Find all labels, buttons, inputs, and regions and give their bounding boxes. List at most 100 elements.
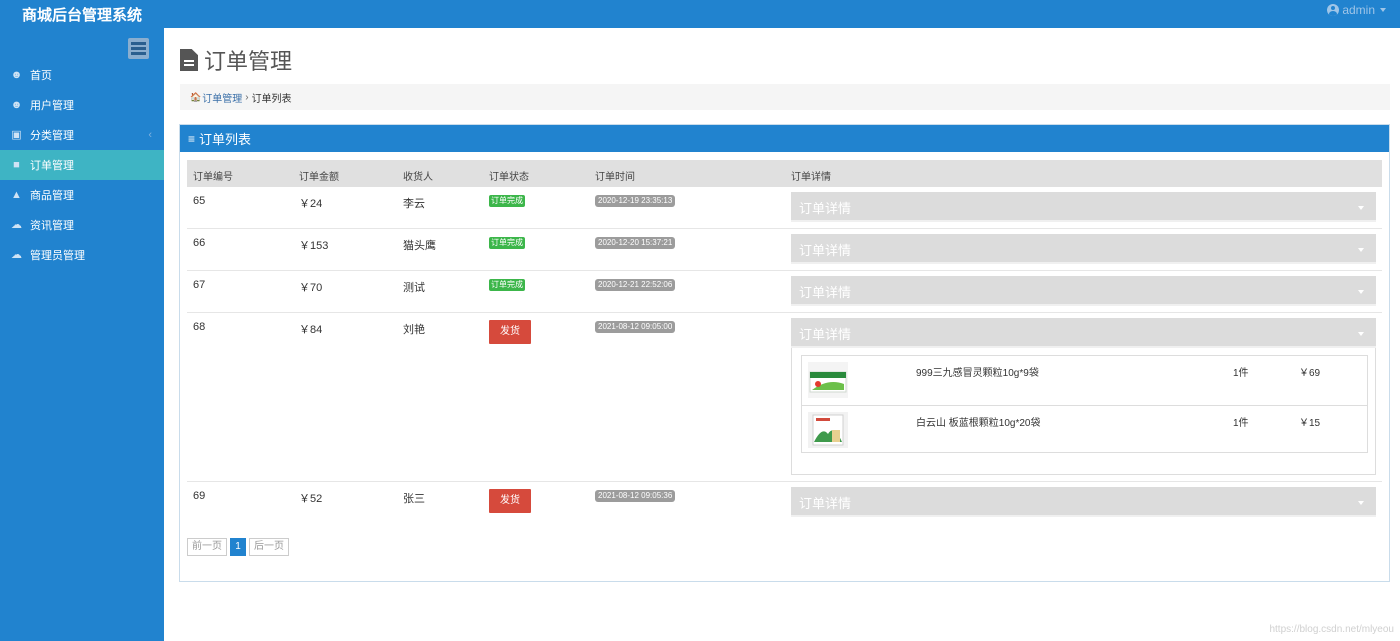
- status-badge: 订单完成: [489, 195, 525, 207]
- item-name: 999三九感冒灵颗粒10g*9袋: [916, 368, 1039, 379]
- sidebar-item-label: 首页: [30, 70, 52, 82]
- sidebar-item-products[interactable]: ▲ 商品管理: [0, 180, 164, 210]
- user-menu[interactable]: admin: [1327, 3, 1386, 17]
- sidebar: ☻ 首页 ☻ 用户管理 ▣ 分类管理 ‹ ■ 订单管理 ▲ 商品管理 ☁ 资讯管…: [0, 28, 164, 641]
- order-amount: ￥70: [299, 282, 323, 294]
- order-id: 65: [193, 195, 206, 207]
- item-price: ￥15: [1299, 418, 1321, 429]
- sidebar-item-categories[interactable]: ▣ 分类管理 ‹: [0, 120, 164, 150]
- ship-button[interactable]: 发货: [489, 489, 531, 513]
- order-items-table: 999三九感冒灵颗粒10g*9袋 1件 ￥69 白云山 板蓝根颗粒10g*20袋…: [801, 355, 1368, 453]
- app-title: 商城后台管理系统: [22, 7, 143, 24]
- table-row: 67 ￥70 测试 订单完成 2020-12-21 22:52:06 订单详情: [187, 271, 1382, 313]
- page-number-current[interactable]: 1: [230, 538, 246, 556]
- order-amount: ￥24: [299, 198, 323, 210]
- sidebar-item-home[interactable]: ☻ 首页: [0, 60, 164, 90]
- column-header-amount: 订单金额: [299, 172, 339, 183]
- order-item-row: 999三九感冒灵颗粒10g*9袋 1件 ￥69: [802, 356, 1367, 405]
- sidebar-item-admins[interactable]: ☁ 管理员管理: [0, 240, 164, 270]
- page-header: 订单管理: [180, 44, 292, 76]
- file-icon: ■: [13, 158, 20, 171]
- user-name: admin: [1342, 3, 1375, 17]
- sidebar-item-orders[interactable]: ■ 订单管理: [0, 150, 164, 180]
- sidebar-item-label: 商品管理: [30, 190, 74, 202]
- sidebar-item-news[interactable]: ☁ 资讯管理: [0, 210, 164, 240]
- order-id: 66: [193, 237, 206, 249]
- product-thumbnail: [808, 412, 848, 448]
- order-id: 67: [193, 279, 206, 291]
- table-row: 69 ￥52 张三 发货 2021-08-12 09:05:36 订单详情: [187, 482, 1382, 524]
- order-detail-dropdown[interactable]: 订单详情: [791, 487, 1376, 517]
- order-amount: ￥84: [299, 324, 323, 336]
- sidebar-item-label: 分类管理: [30, 130, 74, 142]
- caret-down-icon: [1358, 501, 1364, 505]
- order-receiver: 李云: [403, 198, 425, 210]
- breadcrumb: 🏠 订单管理 › 订单列表: [180, 84, 1390, 110]
- order-receiver: 测试: [403, 282, 425, 294]
- item-quantity: 1件: [1233, 368, 1249, 379]
- order-detail-label: 订单详情: [799, 201, 852, 216]
- chat-icon: ☁: [11, 218, 22, 231]
- page-title: 订单管理: [204, 49, 293, 74]
- breadcrumb-link-orders[interactable]: 订单管理: [202, 90, 242, 105]
- order-detail-label: 订单详情: [799, 496, 852, 511]
- panel-title: 订单列表: [199, 132, 252, 147]
- sidebar-item-label: 订单管理: [30, 160, 74, 172]
- column-header-status: 订单状态: [489, 172, 529, 183]
- item-quantity: 1件: [1233, 418, 1249, 429]
- sidebar-item-label: 用户管理: [30, 100, 74, 112]
- time-badge: 2020-12-20 15:37:21: [595, 237, 676, 249]
- order-detail-panel: 999三九感冒灵颗粒10g*9袋 1件 ￥69 白云山 板蓝根颗粒10g*20袋…: [791, 348, 1376, 475]
- sidebar-item-users[interactable]: ☻ 用户管理: [0, 90, 164, 120]
- order-receiver: 猫头鹰: [403, 240, 436, 252]
- sidebar-nav: ☻ 首页 ☻ 用户管理 ▣ 分类管理 ‹ ■ 订单管理 ▲ 商品管理 ☁ 资讯管…: [0, 60, 164, 270]
- order-detail-dropdown[interactable]: 订单详情: [791, 318, 1376, 348]
- order-item-row: 白云山 板蓝根颗粒10g*20袋 1件 ￥15: [802, 405, 1367, 454]
- order-list-panel: ≡ 订单列表 订单编号 订单金额 收货人 订单状态 订单时间 订单详情 65 ￥…: [179, 124, 1390, 582]
- panel-header: ≡ 订单列表: [180, 125, 1389, 152]
- bag-icon: ▲: [11, 188, 22, 201]
- status-badge: 订单完成: [489, 279, 525, 291]
- column-header-detail: 订单详情: [791, 172, 831, 183]
- order-detail-label: 订单详情: [799, 243, 852, 258]
- order-detail-dropdown[interactable]: 订单详情: [791, 276, 1376, 306]
- list-icon: ≡: [188, 131, 196, 146]
- order-detail-dropdown[interactable]: 订单详情: [791, 192, 1376, 222]
- order-detail-dropdown[interactable]: 订单详情: [791, 234, 1376, 264]
- menu-toggle-button[interactable]: [128, 38, 149, 59]
- order-detail-label: 订单详情: [799, 327, 852, 342]
- caret-down-icon: [1358, 290, 1364, 294]
- table-row: 68 ￥84 刘艳 发货 2021-08-12 09:05:00 订单详情 99…: [187, 313, 1382, 482]
- column-header-time: 订单时间: [595, 172, 635, 183]
- top-bar: 商城后台管理系统 admin: [0, 0, 1400, 28]
- table-row: 65 ￥24 李云 订单完成 2020-12-19 23:35:13 订单详情: [187, 187, 1382, 229]
- time-badge: 2021-08-12 09:05:36: [595, 490, 676, 502]
- order-detail-label: 订单详情: [799, 285, 852, 300]
- caret-down-icon: [1358, 206, 1364, 210]
- breadcrumb-separator: ›: [245, 91, 249, 103]
- column-header-receiver: 收货人: [403, 172, 433, 183]
- caret-down-icon: [1358, 248, 1364, 252]
- table-header: 订单编号 订单金额 收货人 订单状态 订单时间 订单详情: [187, 160, 1382, 187]
- status-badge: 订单完成: [489, 237, 525, 249]
- order-receiver: 刘艳: [403, 324, 425, 336]
- item-price: ￥69: [1299, 368, 1321, 379]
- chevron-left-icon: ‹: [148, 129, 152, 141]
- caret-down-icon: [1380, 8, 1386, 12]
- pagination: 前一页 1 后一页: [187, 538, 289, 556]
- time-badge: 2021-08-12 09:05:00: [595, 321, 676, 333]
- time-badge: 2020-12-21 22:52:06: [595, 279, 676, 291]
- user-circle-icon: ☻: [10, 98, 23, 111]
- chat-icon: ☁: [11, 248, 22, 261]
- order-amount: ￥153: [299, 240, 329, 252]
- user-circle-icon: ☻: [10, 68, 23, 81]
- next-page-button[interactable]: 后一页: [249, 538, 289, 556]
- order-id: 69: [193, 490, 206, 502]
- time-badge: 2020-12-19 23:35:13: [595, 195, 676, 207]
- breadcrumb-current: 订单列表: [251, 93, 292, 105]
- prev-page-button[interactable]: 前一页: [187, 538, 227, 556]
- column-header-id: 订单编号: [193, 172, 233, 183]
- home-icon[interactable]: 🏠: [190, 92, 201, 103]
- product-thumbnail: [808, 362, 848, 398]
- ship-button[interactable]: 发货: [489, 320, 531, 344]
